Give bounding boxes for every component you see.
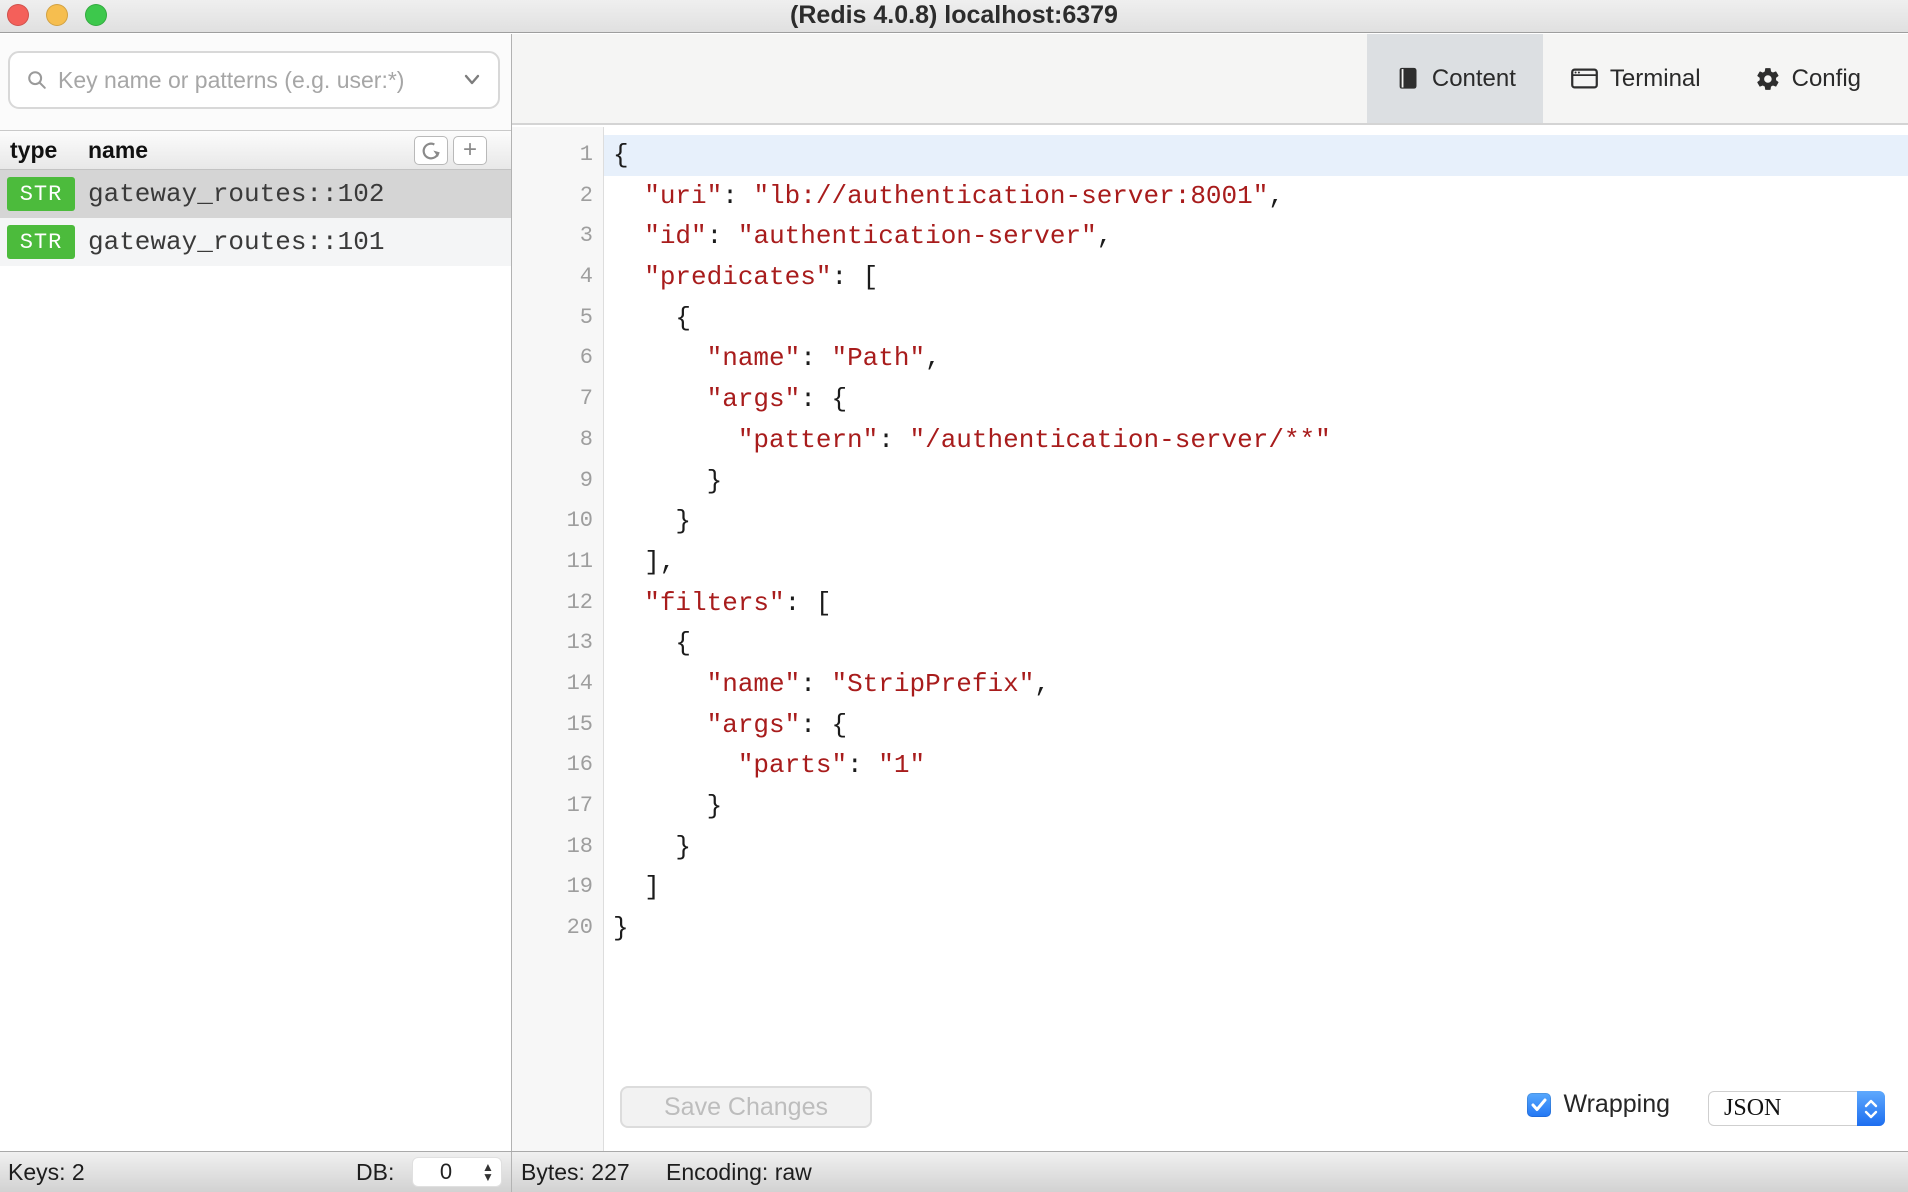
code-line[interactable]: "predicates": [ <box>604 257 1908 298</box>
db-label: DB: <box>356 1152 394 1192</box>
search-input[interactable]: Key name or patterns (e.g. user:*) <box>8 51 500 109</box>
key-sidebar: Key name or patterns (e.g. user:*) type … <box>0 34 512 1151</box>
format-select[interactable]: JSON <box>1708 1091 1885 1126</box>
value-editor: 1234567891011121314151617181920 { "uri":… <box>512 127 1908 1151</box>
line-number: 4 <box>512 257 603 298</box>
code-area[interactable]: { "uri": "lb://authentication-server:800… <box>604 127 1908 1151</box>
window-title: (Redis 4.0.8) localhost:6379 <box>0 0 1908 33</box>
type-badge: STR <box>7 225 75 259</box>
code-line[interactable]: "args": { <box>604 705 1908 746</box>
code-line[interactable]: "name": "StripPrefix", <box>604 664 1908 705</box>
save-changes-button[interactable]: Save Changes <box>620 1086 872 1128</box>
gear-icon <box>1755 66 1781 92</box>
line-number: 17 <box>512 786 603 827</box>
key-table-header: type name + <box>0 130 511 170</box>
format-select-value: JSON <box>1709 1095 1857 1122</box>
line-number: 13 <box>512 623 603 664</box>
table-row[interactable]: STR gateway_routes::101 <box>0 218 511 266</box>
code-line[interactable]: { <box>604 135 1908 176</box>
add-key-button[interactable]: + <box>453 136 487 165</box>
line-number: 11 <box>512 542 603 583</box>
line-number: 16 <box>512 745 603 786</box>
status-bar: Keys: 2 DB: 0 ▲▼ Bytes: 227 Encoding: ra… <box>0 1151 1908 1192</box>
key-name: gateway_routes::101 <box>88 227 384 257</box>
code-line[interactable]: "name": "Path", <box>604 338 1908 379</box>
select-arrows-icon <box>1857 1091 1885 1126</box>
line-number: 9 <box>512 461 603 502</box>
code-line[interactable]: { <box>604 623 1908 664</box>
line-number: 2 <box>512 176 603 217</box>
line-number: 7 <box>512 379 603 420</box>
line-number: 10 <box>512 501 603 542</box>
refresh-icon <box>420 140 442 162</box>
check-icon <box>1531 1098 1547 1112</box>
code-line[interactable]: ] <box>604 867 1908 908</box>
code-line[interactable]: "parts": "1" <box>604 745 1908 786</box>
code-line[interactable]: ], <box>604 542 1908 583</box>
column-header-name: name <box>88 131 148 169</box>
line-number: 3 <box>512 216 603 257</box>
line-number: 15 <box>512 705 603 746</box>
keys-count: Keys: 2 <box>8 1152 85 1192</box>
window-titlebar: (Redis 4.0.8) localhost:6379 <box>0 0 1908 33</box>
plus-icon: + <box>463 138 477 162</box>
tab-config[interactable]: Config <box>1728 34 1888 123</box>
line-number: 8 <box>512 420 603 461</box>
table-row[interactable]: STR gateway_routes::102 <box>0 170 511 218</box>
code-line[interactable]: { <box>604 298 1908 339</box>
value-panel: ContentTerminalConfig 123456789101112131… <box>512 34 1908 1151</box>
redis-app-window: (Redis 4.0.8) localhost:6379 Key name or… <box>0 0 1908 1192</box>
key-table-body: STRgateway_routes::102STRgateway_routes:… <box>0 170 511 266</box>
code-line[interactable]: "id": "authentication-server", <box>604 216 1908 257</box>
statusbar-divider <box>511 1152 512 1192</box>
code-line[interactable]: } <box>604 827 1908 868</box>
db-value: 0 <box>413 1159 475 1185</box>
book-icon <box>1394 65 1421 92</box>
code-line[interactable]: "pattern": "/authentication-server/**" <box>604 420 1908 461</box>
type-badge: STR <box>7 177 75 211</box>
key-name: gateway_routes::102 <box>88 179 384 209</box>
line-number: 19 <box>512 867 603 908</box>
line-number: 5 <box>512 298 603 339</box>
wrapping-checkbox[interactable] <box>1527 1093 1551 1117</box>
header-buttons: + <box>414 136 487 165</box>
tab-label: Terminal <box>1610 65 1701 93</box>
wrapping-label: Wrapping <box>1563 1090 1670 1119</box>
line-number: 14 <box>512 664 603 705</box>
code-line[interactable]: } <box>604 461 1908 502</box>
tab-label: Config <box>1792 65 1861 93</box>
encoding-value: Encoding: raw <box>666 1152 812 1192</box>
code-line[interactable]: "args": { <box>604 379 1908 420</box>
stepper-arrows-icon: ▲▼ <box>475 1162 501 1182</box>
tab-terminal[interactable]: Terminal <box>1543 34 1728 123</box>
tab-bar: Content Terminal Config <box>512 34 1908 125</box>
db-stepper[interactable]: 0 ▲▼ <box>412 1157 502 1187</box>
line-number: 20 <box>512 908 603 949</box>
bytes-count: Bytes: 227 <box>521 1152 630 1192</box>
code-line[interactable]: "filters": [ <box>604 583 1908 624</box>
line-number-gutter: 1234567891011121314151617181920 <box>512 127 604 1151</box>
line-number: 1 <box>512 135 603 176</box>
code-line[interactable]: } <box>604 501 1908 542</box>
search-icon <box>26 69 48 91</box>
tab-content[interactable]: Content <box>1367 34 1543 123</box>
line-number: 12 <box>512 583 603 624</box>
code-line[interactable]: } <box>604 908 1908 949</box>
search-placeholder: Key name or patterns (e.g. user:*) <box>58 67 462 94</box>
terminal-icon <box>1570 65 1599 92</box>
code-line[interactable]: } <box>604 786 1908 827</box>
refresh-button[interactable] <box>414 136 448 165</box>
search-area: Key name or patterns (e.g. user:*) <box>0 34 511 130</box>
tab-label: Content <box>1432 65 1516 93</box>
wrapping-control: Wrapping <box>1527 1090 1670 1119</box>
line-number: 6 <box>512 338 603 379</box>
line-number: 18 <box>512 827 603 868</box>
column-header-type: type <box>10 131 57 169</box>
code-line[interactable]: "uri": "lb://authentication-server:8001"… <box>604 176 1908 217</box>
chevron-down-icon[interactable] <box>462 73 482 87</box>
